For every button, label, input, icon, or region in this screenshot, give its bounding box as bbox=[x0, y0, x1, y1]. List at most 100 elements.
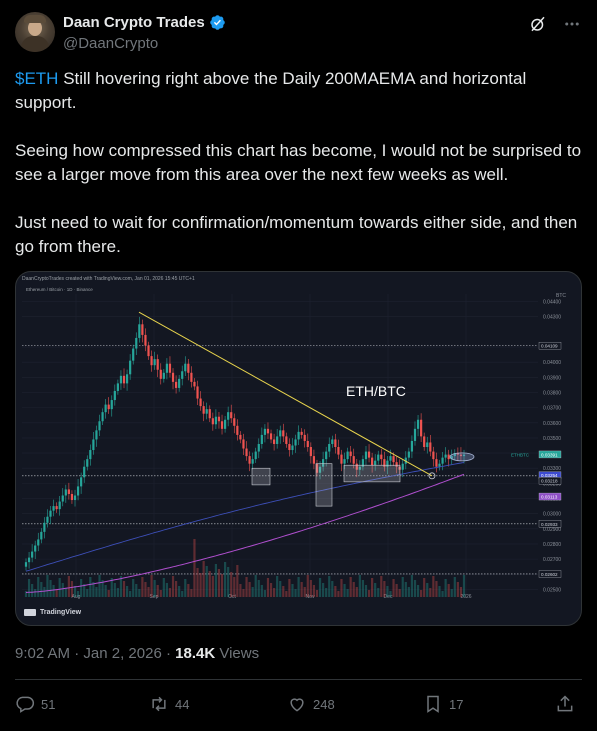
volume-bar bbox=[361, 580, 365, 597]
candle-body bbox=[46, 516, 49, 523]
volume-bar bbox=[147, 587, 150, 597]
candle-body bbox=[429, 442, 432, 452]
volume-bar bbox=[174, 581, 178, 597]
price-tag-label: 0.04109 bbox=[541, 344, 558, 349]
candle-body bbox=[116, 383, 119, 391]
candle-body bbox=[254, 451, 257, 460]
volume-bar bbox=[297, 577, 300, 597]
repost-count: 44 bbox=[175, 696, 190, 712]
reply-count: 51 bbox=[41, 696, 56, 712]
avatar[interactable] bbox=[15, 12, 55, 52]
chart-annotation: ETH/BTC bbox=[346, 383, 406, 399]
tweet-media-chart[interactable]: AugSepOctNovDec20260.044000.043000.04100… bbox=[15, 271, 582, 626]
candle-body bbox=[101, 412, 104, 422]
candle-body bbox=[380, 454, 383, 460]
author-display-name[interactable]: Daan Crypto Trades bbox=[63, 14, 205, 31]
volume-bar bbox=[364, 585, 368, 597]
like-button[interactable]: 248 bbox=[287, 694, 335, 714]
candle-body bbox=[416, 419, 420, 429]
more-icon[interactable] bbox=[562, 14, 582, 34]
volume-bar bbox=[98, 575, 101, 597]
volume-bar bbox=[245, 577, 248, 597]
candle-body bbox=[328, 443, 331, 452]
candle-body bbox=[282, 430, 285, 437]
y-tick-label: 0.03500 bbox=[543, 436, 561, 442]
candle-body bbox=[334, 439, 337, 448]
volume-bar bbox=[300, 582, 303, 597]
candle-body bbox=[150, 356, 153, 366]
volume-bar bbox=[285, 591, 288, 597]
volume-bar bbox=[420, 590, 423, 597]
tweet-paragraph-1: $ETH Still hovering right above the Dail… bbox=[15, 67, 582, 115]
candle-body bbox=[110, 400, 113, 410]
grok-icon[interactable] bbox=[528, 14, 548, 34]
volume-bar bbox=[58, 578, 61, 597]
candle-body bbox=[251, 459, 254, 464]
volume-bar bbox=[413, 580, 417, 597]
volume-bar bbox=[49, 580, 52, 597]
volume-bar bbox=[125, 586, 129, 597]
tweet-time[interactable]: 9:02 AM bbox=[15, 645, 70, 662]
volume-bar bbox=[89, 577, 92, 597]
candle-body bbox=[300, 431, 303, 435]
candle-body bbox=[37, 539, 40, 546]
volume-bar bbox=[331, 581, 334, 597]
volume-bar bbox=[279, 581, 282, 597]
candle-body bbox=[435, 459, 438, 467]
volume-bar bbox=[67, 576, 70, 597]
volume-bar bbox=[236, 565, 239, 597]
repost-button[interactable]: 44 bbox=[149, 694, 189, 714]
volume-bar bbox=[404, 582, 407, 597]
volume-bar bbox=[37, 577, 40, 597]
volume-bar bbox=[230, 572, 233, 597]
volume-bar bbox=[410, 575, 414, 597]
volume-bar bbox=[178, 586, 181, 597]
candle-body bbox=[331, 439, 334, 444]
volume-bar bbox=[73, 586, 77, 597]
tweet-date[interactable]: Jan 2, 2026 bbox=[83, 645, 161, 662]
volume-bar bbox=[153, 580, 156, 597]
candle-body bbox=[171, 372, 175, 382]
volume-bar bbox=[377, 588, 380, 597]
views-label: Views bbox=[215, 645, 260, 662]
volume-bar bbox=[352, 582, 355, 597]
share-button[interactable] bbox=[555, 694, 575, 714]
author-handle[interactable]: @DaanCrypto bbox=[63, 35, 158, 52]
volume-bar bbox=[291, 584, 294, 597]
candle-body bbox=[31, 551, 34, 558]
volume-bar bbox=[193, 539, 196, 597]
candle-body bbox=[444, 454, 447, 458]
candle-body bbox=[285, 436, 288, 444]
y-tick-label: 0.02900 bbox=[543, 527, 561, 533]
volume-bar bbox=[462, 575, 466, 597]
candle-body bbox=[83, 466, 86, 478]
volume-bar bbox=[141, 577, 144, 597]
reply-button[interactable]: 51 bbox=[15, 694, 55, 714]
volume-bar bbox=[187, 584, 190, 597]
price-tag-label: 0.03113 bbox=[541, 495, 558, 500]
volume-bar bbox=[86, 589, 89, 597]
volume-bar bbox=[260, 585, 263, 597]
volume-bar bbox=[233, 577, 236, 597]
volume-bar bbox=[325, 588, 328, 597]
currency-label: BTC bbox=[556, 293, 566, 299]
y-tick-label: 0.02500 bbox=[543, 587, 561, 593]
volume-bar bbox=[383, 581, 386, 597]
candle-body bbox=[122, 375, 126, 384]
meta-separator-2: · bbox=[161, 645, 176, 662]
meta-separator: · bbox=[70, 645, 84, 662]
chart-header-text: DaanCryptoTrades created with TradingVie… bbox=[22, 276, 195, 282]
candle-body bbox=[55, 506, 58, 510]
price-tag-label: 0.02933 bbox=[541, 522, 558, 527]
volume-bar bbox=[346, 589, 349, 597]
volume-bar bbox=[343, 584, 346, 597]
candle-body bbox=[346, 451, 349, 460]
cashtag-link[interactable]: $ETH bbox=[15, 69, 58, 88]
volume-bar bbox=[220, 574, 224, 597]
candle-body bbox=[73, 495, 77, 501]
volume-bar bbox=[181, 591, 184, 597]
like-count: 248 bbox=[313, 696, 335, 712]
volume-bar bbox=[113, 583, 116, 597]
bookmark-button[interactable]: 17 bbox=[423, 694, 463, 714]
volume-bar bbox=[208, 571, 211, 597]
